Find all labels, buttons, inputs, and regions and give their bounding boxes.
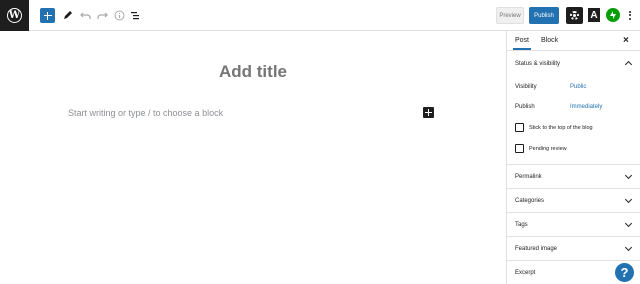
visibility-label: Visibility bbox=[515, 84, 537, 90]
add-block-button[interactable] bbox=[40, 8, 55, 23]
undo-icon[interactable] bbox=[79, 9, 92, 22]
close-sidebar-button[interactable]: × bbox=[623, 35, 629, 46]
pending-review-checkbox[interactable] bbox=[515, 144, 524, 153]
settings-sidebar: Post Block × Status & visibility Visibil… bbox=[506, 31, 640, 284]
chevron-down-icon[interactable] bbox=[624, 171, 633, 180]
featured-image-panel[interactable]: Featured image bbox=[507, 237, 640, 261]
panel-title[interactable]: Featured image bbox=[515, 246, 557, 252]
status-visibility-panel: Status & visibility Visibility Public Pu… bbox=[507, 51, 640, 165]
editor-canvas[interactable]: Add title Start writing or type / to cho… bbox=[0, 31, 506, 284]
jetpack-icon bbox=[610, 11, 616, 19]
publish-button[interactable]: Publish bbox=[529, 7, 559, 24]
pencil-icon[interactable] bbox=[61, 9, 74, 22]
more-options-button[interactable] bbox=[627, 8, 633, 22]
jetpack-button[interactable] bbox=[606, 8, 620, 22]
tab-block[interactable]: Block bbox=[541, 37, 558, 44]
panel-title[interactable]: Status & visibility bbox=[515, 61, 560, 67]
panel-title[interactable]: Excerpt bbox=[515, 270, 535, 276]
chevron-up-icon[interactable] bbox=[624, 60, 633, 69]
panel-title[interactable]: Categories bbox=[515, 198, 544, 204]
sidebar-tabs: Post Block × bbox=[507, 31, 640, 51]
post-title-input[interactable]: Add title bbox=[0, 62, 506, 82]
tags-panel[interactable]: Tags bbox=[507, 213, 640, 237]
visibility-link[interactable]: Public bbox=[570, 84, 586, 90]
pending-review-label: Pending review bbox=[529, 146, 567, 152]
publish-label: Publish bbox=[515, 104, 535, 110]
tab-post[interactable]: Post bbox=[512, 37, 532, 50]
inline-add-block-button[interactable] bbox=[423, 107, 434, 118]
chevron-down-icon[interactable] bbox=[624, 243, 633, 252]
preview-button[interactable]: Preview bbox=[496, 7, 524, 24]
info-icon[interactable] bbox=[113, 9, 126, 22]
editor-toolbar: W Preview Publish A bbox=[0, 0, 640, 31]
block-placeholder[interactable]: Start writing or type / to choose a bloc… bbox=[68, 108, 223, 118]
publish-date-link[interactable]: Immediately bbox=[570, 104, 602, 110]
chevron-down-icon[interactable] bbox=[624, 195, 633, 204]
chevron-down-icon[interactable] bbox=[624, 219, 633, 228]
panel-title[interactable]: Tags bbox=[515, 222, 528, 228]
sticky-checkbox[interactable] bbox=[515, 123, 524, 132]
redo-icon[interactable] bbox=[96, 9, 109, 22]
gear-icon bbox=[570, 11, 579, 20]
sticky-label: Stick to the top of the blog bbox=[529, 125, 593, 131]
categories-panel[interactable]: Categories bbox=[507, 189, 640, 213]
a-plugin-button[interactable]: A bbox=[588, 8, 600, 22]
panel-title[interactable]: Permalink bbox=[515, 174, 542, 180]
permalink-panel[interactable]: Permalink bbox=[507, 165, 640, 189]
list-view-icon[interactable] bbox=[129, 9, 142, 22]
settings-button[interactable] bbox=[566, 7, 583, 24]
help-button[interactable]: ? bbox=[615, 263, 634, 282]
wordpress-logo-icon[interactable]: W bbox=[0, 0, 29, 31]
